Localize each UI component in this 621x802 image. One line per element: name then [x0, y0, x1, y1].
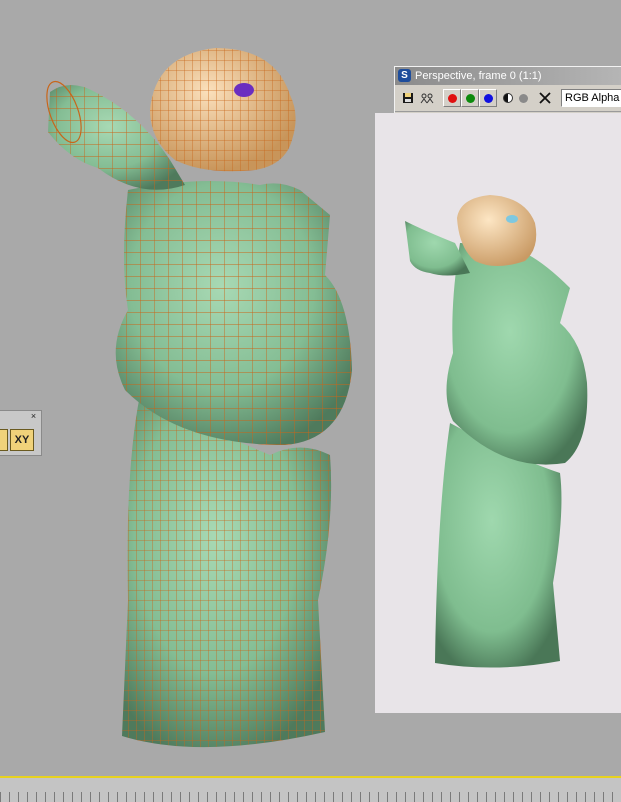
timeline-ticks — [0, 792, 621, 802]
clear-icon[interactable] — [536, 89, 554, 107]
render-window-title: Perspective, frame 0 (1:1) — [415, 70, 542, 82]
alpha-channel-icon[interactable] — [514, 89, 532, 107]
timeline-track[interactable] — [0, 776, 621, 802]
blue-channel-toggle[interactable] — [479, 89, 497, 107]
eye-selection — [234, 83, 254, 97]
rendered-image — [375, 113, 621, 713]
save-image-icon[interactable] — [399, 89, 417, 107]
3ds-max-icon: S — [398, 69, 411, 82]
red-channel-toggle[interactable] — [443, 89, 461, 107]
close-icon[interactable]: × — [29, 412, 38, 421]
render-frame-window: S Perspective, frame 0 (1:1) RGB Alpha — [375, 66, 621, 713]
render-toolbar: RGB Alpha — [395, 85, 621, 112]
render-window-titlebar[interactable]: S Perspective, frame 0 (1:1) — [395, 67, 621, 85]
channel-display-select[interactable]: RGB Alpha — [561, 89, 621, 107]
axis-xy-button[interactable]: XY — [10, 429, 34, 451]
axis-constraint-prev-button[interactable] — [0, 429, 8, 451]
clone-window-icon[interactable] — [418, 89, 436, 107]
axis-constraints-toolbar: × XY — [0, 410, 42, 456]
green-channel-toggle[interactable] — [461, 89, 479, 107]
